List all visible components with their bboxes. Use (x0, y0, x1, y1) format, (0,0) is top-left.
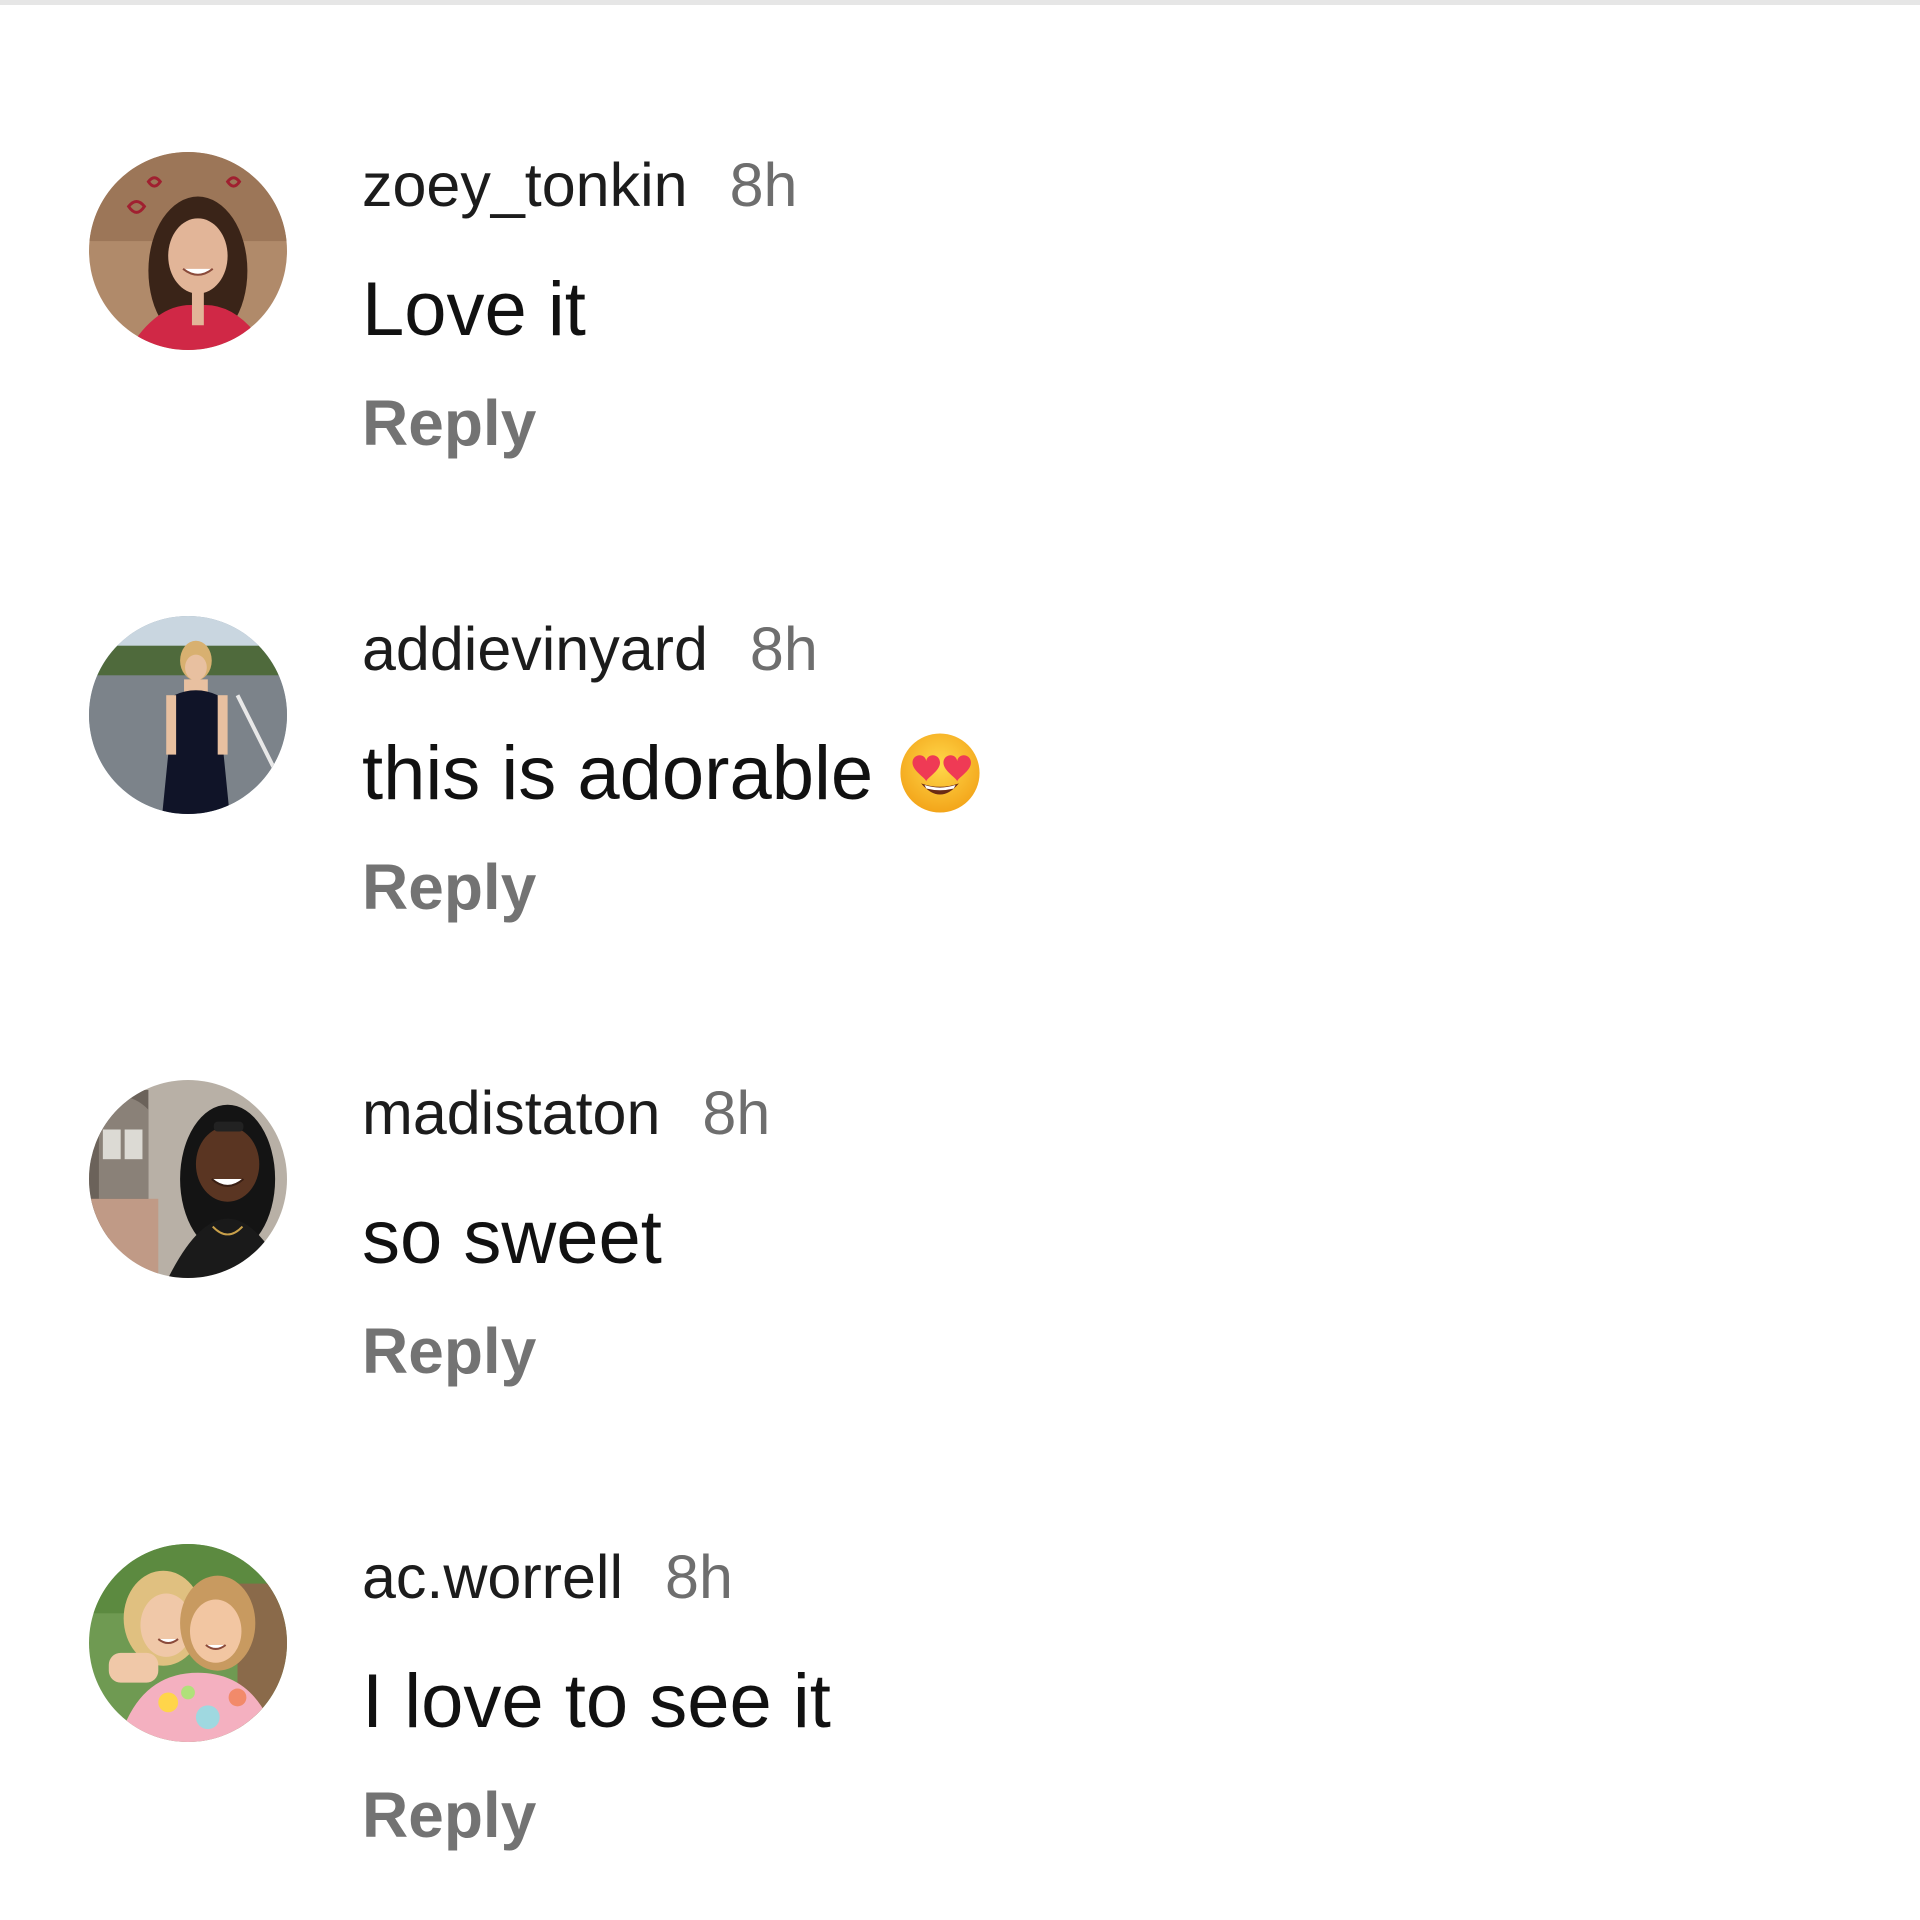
comment-text: this is adorable (362, 730, 983, 816)
heart-eyes-emoji-icon (897, 730, 983, 816)
comment-header: madistaton 8h (362, 1078, 770, 1148)
comment-header: zoey_tonkin 8h (362, 150, 797, 220)
timestamp: 8h (729, 151, 798, 219)
reply-button[interactable]: Reply (362, 1314, 536, 1388)
avatar-photo-ac (89, 1544, 287, 1742)
username[interactable]: ac.worrell (362, 1542, 623, 1612)
reply-button[interactable]: Reply (362, 1778, 536, 1852)
comment-text-content: so sweet (362, 1194, 662, 1280)
comment-text-content: Love it (362, 266, 586, 352)
comment-text: so sweet (362, 1194, 662, 1280)
avatar-photo-addie (89, 616, 287, 814)
username[interactable]: madistaton (362, 1078, 660, 1148)
avatar-photo-madi (89, 1080, 287, 1278)
timestamp: 8h (665, 1543, 733, 1611)
username[interactable]: addievinyard (362, 614, 708, 684)
avatar[interactable] (89, 616, 287, 814)
comment-item: addievinyard 8h this is adorable Reply (0, 614, 1920, 944)
comment-item: ac.worrell 8h I love to see it Reply (0, 1542, 1920, 1872)
comment-text-content: I love to see it (362, 1658, 831, 1744)
comment-header: ac.worrell 8h (362, 1542, 733, 1612)
comment-header: addievinyard 8h (362, 614, 818, 684)
avatar[interactable] (89, 1080, 287, 1278)
reply-button[interactable]: Reply (362, 850, 536, 924)
avatar[interactable] (89, 152, 287, 350)
reply-button[interactable]: Reply (362, 386, 536, 460)
timestamp: 8h (749, 615, 818, 683)
comment-text-content: this is adorable (362, 730, 874, 816)
avatar[interactable] (89, 1544, 287, 1742)
comment-text: Love it (362, 266, 586, 352)
timestamp: 8h (702, 1079, 771, 1147)
username[interactable]: zoey_tonkin (362, 150, 688, 220)
top-divider (0, 0, 1920, 5)
comment-item: zoey_tonkin 8h Love it Reply (0, 150, 1920, 480)
avatar-photo-zoey (89, 152, 287, 350)
comment-text: I love to see it (362, 1658, 831, 1744)
comment-item: madistaton 8h so sweet Reply (0, 1078, 1920, 1408)
